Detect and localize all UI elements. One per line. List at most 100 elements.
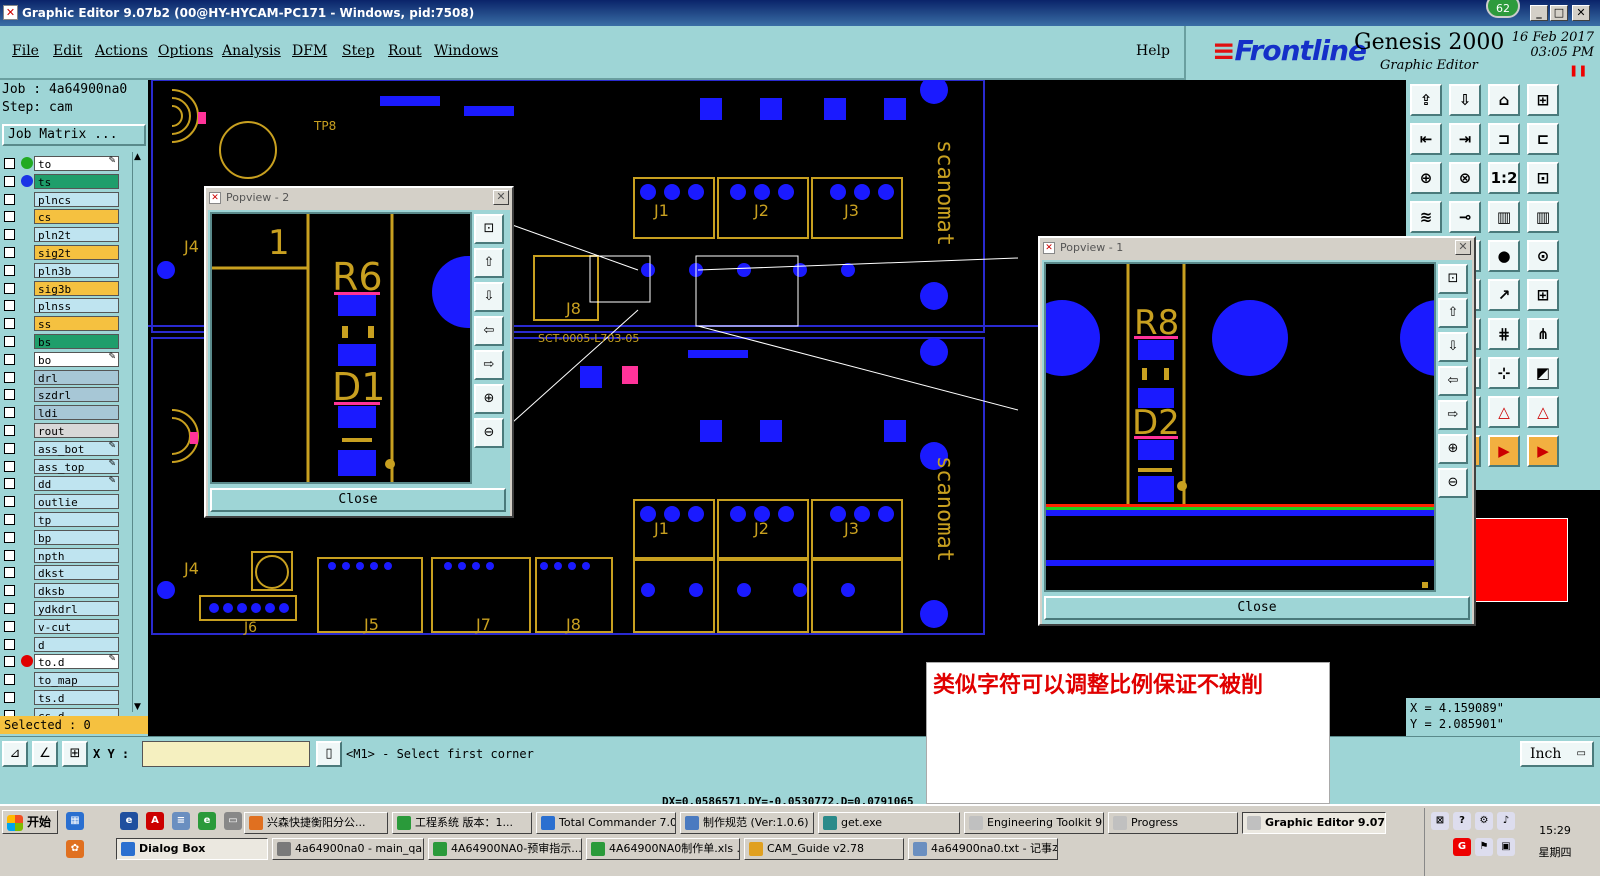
layer-row-ass-bot[interactable]: ass_bot ✎ bbox=[4, 440, 119, 456]
menu-windows[interactable]: Windows bbox=[434, 43, 498, 59]
layer-row-cs[interactable]: cs bbox=[4, 209, 119, 225]
layer-row-outlie[interactable]: outlie bbox=[4, 494, 119, 510]
pan-left-icon[interactable]: ⇦ bbox=[1438, 366, 1468, 396]
layer-checkbox[interactable] bbox=[4, 638, 15, 650]
layer-row-ass-top[interactable]: ass_top ✎ bbox=[4, 458, 119, 474]
layer-checkbox[interactable] bbox=[4, 175, 15, 187]
start-button[interactable]: 开始 bbox=[2, 810, 58, 834]
home-view-icon[interactable]: ⌂ bbox=[1488, 84, 1520, 116]
taskbar-item[interactable]: get.exe bbox=[818, 812, 960, 834]
grid-view-icon[interactable]: ⊞ bbox=[1527, 84, 1559, 116]
layer-checkbox[interactable] bbox=[4, 193, 15, 205]
popview-1-close-icon[interactable]: ✕ bbox=[1455, 240, 1471, 255]
snap-icon[interactable]: ⊿ bbox=[2, 741, 28, 767]
taskbar-item[interactable]: Graphic Editor 9.07... bbox=[1242, 812, 1386, 834]
taskbar-item[interactable]: Total Commander 7.0... bbox=[536, 812, 676, 834]
layer-name[interactable]: bo bbox=[34, 351, 119, 367]
layer-row-ts-d[interactable]: ts.d bbox=[4, 690, 119, 705]
layer-checkbox[interactable] bbox=[4, 247, 15, 258]
layer-checkbox[interactable] bbox=[4, 531, 15, 543]
layer-row-rout[interactable]: rout bbox=[4, 423, 119, 438]
zoom-out-icon[interactable]: ⊖ bbox=[1438, 468, 1468, 498]
menu-options[interactable]: Options bbox=[158, 43, 213, 59]
layer-name[interactable]: plncs bbox=[34, 191, 119, 207]
layer-row-dkst[interactable]: dkst bbox=[4, 565, 119, 581]
maximize-icon[interactable]: □ bbox=[1550, 5, 1568, 21]
taskbar-item[interactable]: 制作规范 (Ver:1.0.6) bbox=[680, 812, 814, 834]
tray-display-icon[interactable]: ▣ bbox=[1497, 838, 1515, 856]
tray-app-icon[interactable]: G bbox=[1453, 838, 1471, 856]
layer-row-plncs[interactable]: plncs bbox=[4, 191, 119, 207]
layer-row-bo[interactable]: bo ✎ bbox=[4, 351, 119, 367]
zoom-box-icon[interactable]: ⊡ bbox=[1527, 162, 1559, 194]
layer-name[interactable]: cs bbox=[34, 209, 119, 225]
menu-actions[interactable]: Actions bbox=[95, 43, 148, 59]
fill-icon[interactable]: ◩ bbox=[1527, 357, 1559, 389]
units-selector[interactable]: Inch ▭ bbox=[1520, 741, 1594, 767]
layer-checkbox[interactable] bbox=[4, 158, 15, 169]
quicklaunch-cmd-icon[interactable]: ▭ bbox=[224, 812, 242, 830]
layer-checkbox[interactable] bbox=[4, 460, 15, 472]
taskbar-item[interactable]: Engineering Toolkit 9.... bbox=[964, 812, 1104, 834]
layer-name[interactable]: npth bbox=[34, 547, 119, 563]
tray-help-icon[interactable]: ? bbox=[1453, 812, 1471, 830]
job-matrix-button[interactable]: Job Matrix ... bbox=[2, 124, 146, 146]
layer-name[interactable]: ldi bbox=[34, 405, 119, 421]
pan-down-icon[interactable]: ⇩ bbox=[1438, 332, 1468, 362]
triangle-b-icon[interactable]: △ bbox=[1488, 396, 1520, 428]
layer-checkbox[interactable] bbox=[4, 264, 15, 276]
layer-name[interactable]: ass_top bbox=[34, 458, 119, 474]
layer-row-plnss[interactable]: plnss bbox=[4, 298, 119, 314]
tray-network-icon[interactable]: ⊠ bbox=[1431, 812, 1449, 830]
layer-name[interactable]: plnss bbox=[34, 298, 119, 314]
pan-down-icon[interactable]: ⇩ bbox=[474, 282, 504, 312]
layer-name[interactable]: to_map bbox=[34, 672, 119, 688]
layer-checkbox[interactable] bbox=[4, 674, 15, 686]
layer-name[interactable]: szdrl bbox=[34, 387, 119, 403]
layer-row-to[interactable]: to ✎ bbox=[4, 156, 119, 171]
pan-left-icon[interactable]: ⇦ bbox=[474, 316, 504, 346]
layer-state-icon[interactable] bbox=[21, 157, 33, 169]
layer-row-v-cut[interactable]: v-cut bbox=[4, 618, 119, 634]
layer-row-ts[interactable]: ts bbox=[4, 173, 119, 189]
layer-name[interactable]: pln3b bbox=[34, 262, 119, 278]
zoom-in-icon[interactable]: ⊕ bbox=[474, 384, 504, 414]
taskbar-item[interactable]: Dialog Box bbox=[116, 838, 268, 860]
circle-icon[interactable]: ⊙ bbox=[1527, 240, 1559, 272]
tray-flag-icon[interactable]: ⚑ bbox=[1475, 838, 1493, 856]
notification-badge[interactable]: 62 bbox=[1486, 0, 1520, 18]
snap-icon[interactable]: ⊹ bbox=[1488, 357, 1520, 389]
layer-checkbox[interactable] bbox=[4, 692, 15, 703]
layer-checkbox[interactable] bbox=[4, 425, 15, 436]
layer-up-icon[interactable]: ⇪ bbox=[1410, 84, 1442, 116]
taskbar-item[interactable]: 兴森快捷衡阳分公... bbox=[244, 812, 388, 834]
layer-row-bp[interactable]: bp bbox=[4, 529, 119, 545]
menu-rout[interactable]: Rout bbox=[388, 43, 422, 59]
pan-up-icon[interactable]: ⇧ bbox=[1438, 298, 1468, 328]
zoom-out-icon[interactable]: ⊗ bbox=[1449, 162, 1481, 194]
scroll-up-icon[interactable]: ▲ bbox=[134, 152, 141, 162]
close-icon[interactable]: ✕ bbox=[1572, 5, 1590, 21]
layer-name[interactable]: drl bbox=[34, 369, 119, 385]
layer-name[interactable]: dkst bbox=[34, 565, 119, 581]
popview-1-titlebar[interactable]: ✕ Popview - 1 ✕ bbox=[1040, 238, 1474, 258]
triangle-c-icon[interactable]: △ bbox=[1527, 396, 1559, 428]
layer-row-to-map[interactable]: to_map bbox=[4, 672, 119, 688]
layer-row-pln2t[interactable]: pln2t bbox=[4, 227, 119, 243]
layer-name[interactable]: ss bbox=[34, 316, 119, 332]
cursor-mode-icon[interactable]: ▯ bbox=[316, 741, 342, 767]
menu-analysis[interactable]: Analysis bbox=[222, 43, 281, 59]
minimize-icon[interactable]: _ bbox=[1530, 5, 1548, 21]
layer-checkbox[interactable] bbox=[4, 478, 15, 490]
pan-up-icon[interactable]: ⇧ bbox=[474, 248, 504, 278]
layer-row-ss[interactable]: ss bbox=[4, 316, 119, 332]
layer-row-ldi[interactable]: ldi bbox=[4, 405, 119, 421]
layer-checkbox[interactable] bbox=[4, 282, 15, 294]
layer-checkbox[interactable] bbox=[4, 389, 15, 401]
menu-help[interactable]: Help bbox=[1136, 43, 1170, 59]
layer-name[interactable]: bp bbox=[34, 529, 119, 545]
array-icon[interactable]: ⋔ bbox=[1527, 318, 1559, 350]
popview-2-close-button[interactable]: Close bbox=[210, 488, 506, 512]
zoom-out-icon[interactable]: ⊖ bbox=[474, 418, 504, 448]
layer-name[interactable]: rout bbox=[34, 423, 119, 438]
